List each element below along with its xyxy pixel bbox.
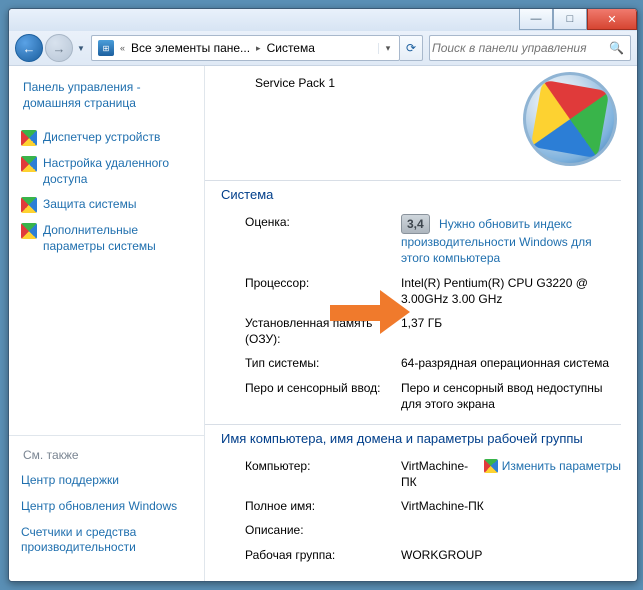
minimize-button[interactable]: — — [519, 9, 553, 30]
change-settings-link[interactable]: Изменить параметры — [484, 458, 621, 490]
breadcrumb-separator: « — [118, 43, 127, 53]
service-pack-label: Service Pack 1 — [205, 72, 523, 90]
sidebar-item-remote-settings[interactable]: Настройка удаленного доступа — [9, 151, 204, 192]
processor-label: Процессор: — [245, 275, 401, 307]
content-pane: Service Pack 1 Система Оценка: 3,4 Нужно… — [205, 66, 637, 581]
sidebar-item-device-manager[interactable]: Диспетчер устройств — [9, 125, 204, 151]
sidebar: Панель управления - домашняя страница Ди… — [9, 66, 205, 581]
section-domain-heading: Имя компьютера, имя домена и параметры р… — [205, 425, 637, 454]
pen-touch-label: Перо и сенсорный ввод: — [245, 380, 401, 412]
shield-icon — [21, 223, 37, 239]
description-value — [401, 522, 621, 538]
control-panel-icon: ⊞ — [98, 40, 114, 56]
address-bar[interactable]: ⊞ « Все элементы пане... ▸ Система ▾ — [91, 35, 400, 61]
see-also-heading: См. также — [9, 444, 204, 468]
shield-icon — [21, 197, 37, 213]
sidebar-item-label: Дополнительные параметры системы — [43, 223, 194, 254]
sidebar-item-label: Настройка удаленного доступа — [43, 156, 194, 187]
titlebar: — □ ✕ — [9, 9, 637, 31]
see-also-windows-update[interactable]: Центр обновления Windows — [9, 494, 204, 520]
search-input[interactable] — [430, 40, 603, 56]
maximize-button[interactable]: □ — [553, 9, 587, 30]
section-system-heading: Система — [205, 181, 637, 210]
back-button[interactable]: ← — [15, 34, 43, 62]
ram-value: 1,37 ГБ — [401, 315, 621, 347]
shield-icon — [484, 459, 498, 473]
sidebar-item-label: Защита системы — [43, 197, 136, 213]
shield-icon — [21, 130, 37, 146]
close-button[interactable]: ✕ — [587, 9, 637, 30]
control-panel-home-link[interactable]: Панель управления - домашняя страница — [9, 76, 204, 125]
system-type-label: Тип системы: — [245, 355, 401, 371]
refresh-button[interactable]: ⟳ — [400, 35, 423, 61]
search-box[interactable]: 🔍 — [429, 35, 631, 61]
rating-label: Оценка: — [245, 214, 401, 267]
sidebar-item-label: Счетчики и средства производительности — [21, 525, 194, 556]
breadcrumb-system[interactable]: Система — [263, 41, 319, 55]
navigation-bar: ← → ▼ ⊞ « Все элементы пане... ▸ Система… — [9, 31, 637, 66]
windows-logo-icon — [523, 72, 617, 166]
breadcrumb-all-items[interactable]: Все элементы пане... — [127, 41, 254, 55]
see-also-performance-tools[interactable]: Счетчики и средства производительности — [9, 520, 204, 561]
ram-label: Установленная память (ОЗУ): — [245, 315, 401, 347]
system-type-value: 64-разрядная операционная система — [401, 355, 621, 371]
workgroup-label: Рабочая группа: — [245, 547, 401, 563]
see-also-action-center[interactable]: Центр поддержки — [9, 468, 204, 494]
wei-score-badge: 3,4 — [401, 214, 430, 234]
shield-icon — [21, 156, 37, 172]
sidebar-item-advanced-settings[interactable]: Дополнительные параметры системы — [9, 218, 204, 259]
sidebar-item-label: Центр поддержки — [21, 473, 119, 489]
history-dropdown[interactable]: ▼ — [75, 40, 87, 56]
pen-touch-value: Перо и сенсорный ввод недоступны для это… — [401, 380, 621, 412]
processor-value: Intel(R) Pentium(R) CPU G3220 @ 3.00GHz … — [401, 275, 621, 307]
sidebar-item-label: Диспетчер устройств — [43, 130, 160, 146]
computer-name-value: VirtMachine-ПК — [401, 458, 484, 490]
sidebar-item-label: Центр обновления Windows — [21, 499, 177, 515]
workgroup-value: WORKGROUP — [401, 547, 621, 563]
system-properties-window: — □ ✕ ← → ▼ ⊞ « Все элементы пане... ▸ С… — [8, 8, 638, 582]
breadcrumb-arrow-icon: ▸ — [254, 43, 263, 54]
computer-name-label: Компьютер: — [245, 458, 401, 490]
forward-button[interactable]: → — [45, 34, 73, 62]
address-dropdown[interactable]: ▾ — [378, 43, 397, 54]
search-icon[interactable]: 🔍 — [603, 41, 630, 55]
description-label: Описание: — [245, 522, 401, 538]
sidebar-separator — [9, 435, 204, 436]
sidebar-item-system-protection[interactable]: Защита системы — [9, 192, 204, 218]
